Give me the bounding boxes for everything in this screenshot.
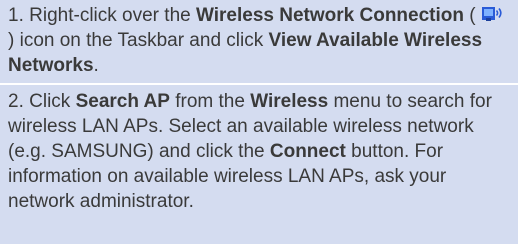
step-1: 1. Right-click over the Wireless Network… [8,3,510,78]
step-1-text-a: Right-click over the [29,5,191,26]
step-1-text-d: . [93,55,99,76]
step-2-number: 2. [8,91,24,112]
step-1-number: 1. [8,5,24,26]
instruction-panel: 1. Right-click over the Wireless Network… [0,0,518,244]
step-2-text-a: Click [29,91,71,112]
step-divider [0,83,518,85]
step-2-bold-wireless: Wireless [250,91,329,112]
step-2-bold-connect: Connect [269,141,346,162]
step-2: 2. Click Search AP from the Wireless men… [8,89,510,214]
wireless-network-icon [481,4,503,24]
step-2-bold-search-ap: Search AP [75,91,170,112]
step-1-text-c: ) icon on the Taskbar and click [8,30,264,51]
step-1-bold-connection: Wireless Network Connection [195,5,464,26]
step-2-text-b: from the [175,91,245,112]
step-1-text-b: ( [469,5,476,26]
